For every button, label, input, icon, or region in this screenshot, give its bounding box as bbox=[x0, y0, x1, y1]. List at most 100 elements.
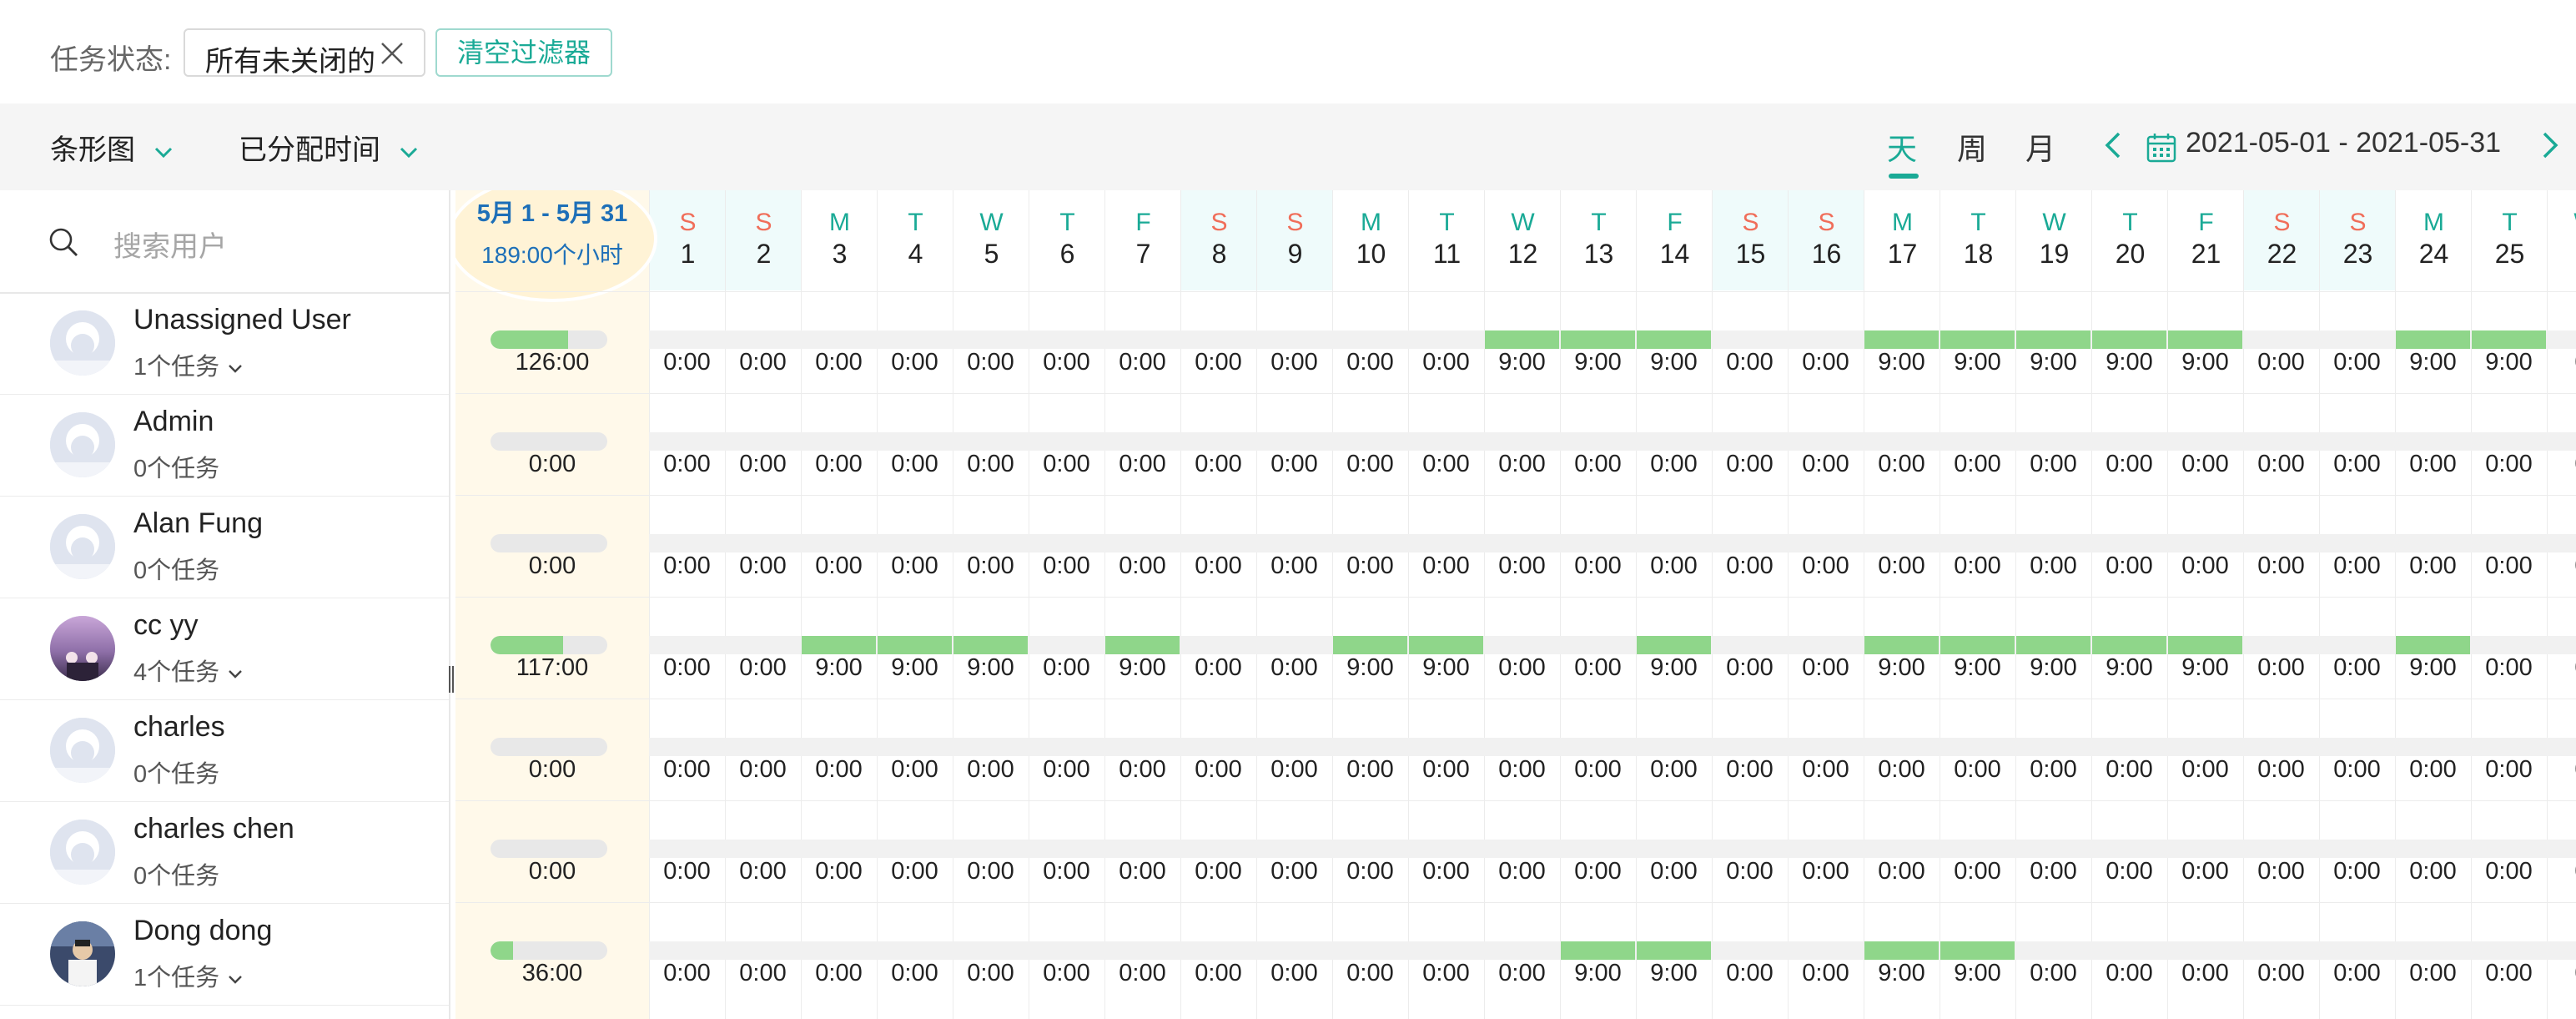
hours-cell[interactable]: 0:00 bbox=[2395, 756, 2471, 784]
day-header[interactable]: F7 bbox=[1105, 190, 1181, 290]
hours-cell[interactable]: 9:00 bbox=[2167, 349, 2243, 376]
hours-cell[interactable]: 0:00 bbox=[2319, 960, 2395, 987]
hours-cell[interactable]: 0:00 bbox=[2395, 552, 2471, 580]
hours-cell[interactable]: 9:00 bbox=[2015, 349, 2091, 376]
hours-cell[interactable]: 0:00 bbox=[1104, 960, 1180, 987]
hours-cell[interactable]: 0:00 bbox=[801, 756, 877, 784]
search-input[interactable]: 搜索用户 bbox=[113, 224, 227, 265]
hours-cell[interactable]: 0:00 bbox=[1332, 349, 1408, 376]
hours-cell[interactable]: 0:00 bbox=[1256, 451, 1332, 478]
hours-cell[interactable]: 0:00 bbox=[2319, 756, 2395, 784]
hours-cell[interactable]: 0:00 bbox=[1104, 349, 1180, 376]
hours-cell[interactable]: 0:00 bbox=[1636, 756, 1712, 784]
hours-cell[interactable]: 0:00 bbox=[953, 756, 1029, 784]
hours-cell[interactable]: 0:00 bbox=[1104, 552, 1180, 580]
hours-cell[interactable]: 0:00 bbox=[1408, 960, 1484, 987]
hours-cell[interactable]: 0:00 bbox=[2395, 960, 2471, 987]
day-header[interactable]: T 25 bbox=[2472, 190, 2548, 290]
hours-cell[interactable]: 0:00 bbox=[1484, 858, 1560, 885]
hours-cell[interactable]: 0:00 bbox=[1560, 552, 1636, 580]
hours-cell[interactable]: 0:00 bbox=[1029, 858, 1104, 885]
hours-cell[interactable]: 0:00 bbox=[2167, 960, 2243, 987]
hours-cell[interactable]: 0:00 bbox=[953, 960, 1029, 987]
hours-cell[interactable]: 0:00 bbox=[1560, 858, 1636, 885]
hours-cell[interactable]: 0:00 bbox=[801, 451, 877, 478]
hours-cell[interactable]: 9:00 bbox=[1560, 349, 1636, 376]
hours-cell[interactable]: 0:00 bbox=[649, 960, 725, 987]
hours-cell[interactable]: 9:00 bbox=[801, 654, 877, 682]
chevron-down-icon[interactable] bbox=[226, 359, 244, 377]
hours-cell[interactable]: 0:00 bbox=[1180, 756, 1256, 784]
hours-cell[interactable]: 0:00 bbox=[725, 960, 801, 987]
hours-cell[interactable]: 0:00 bbox=[1712, 349, 1788, 376]
hours-cell[interactable]: 0:00 bbox=[1029, 654, 1104, 682]
hours-cell[interactable]: 0:00 bbox=[1104, 858, 1180, 885]
hours-cell[interactable]: 0:00 bbox=[2167, 552, 2243, 580]
hours-cell[interactable]: 0:00 bbox=[2319, 858, 2395, 885]
hours-cell[interactable]: 0:00 bbox=[1788, 552, 1864, 580]
day-header[interactable]: S1 bbox=[650, 190, 726, 290]
user-row[interactable]: Dong dong 1个任务 bbox=[0, 903, 449, 1006]
day-header[interactable]: W2 bbox=[2548, 190, 2576, 290]
hours-cell[interactable]: 9:00 bbox=[1560, 960, 1636, 987]
hours-cell[interactable]: 0:00 bbox=[1180, 858, 1256, 885]
day-header[interactable]: M 24 bbox=[2396, 190, 2472, 290]
hours-cell[interactable]: 0: bbox=[2547, 756, 2576, 784]
allocation-bar[interactable] bbox=[1940, 941, 2015, 960]
hours-cell[interactable]: 0:00 bbox=[2395, 451, 2471, 478]
hours-cell[interactable]: 0:00 bbox=[1712, 858, 1788, 885]
hours-cell[interactable]: 0:00 bbox=[2243, 756, 2319, 784]
hours-cell[interactable]: 0:00 bbox=[1332, 960, 1408, 987]
hours-cell[interactable]: 0:00 bbox=[649, 349, 725, 376]
hours-cell[interactable]: 9:00 bbox=[877, 654, 953, 682]
hours-cell[interactable]: 0:00 bbox=[1332, 451, 1408, 478]
day-header[interactable]: T 11 bbox=[1409, 190, 1485, 290]
allocation-bar[interactable] bbox=[2092, 636, 2166, 654]
user-row[interactable]: cc yy 4个任务 bbox=[0, 598, 449, 700]
hours-cell[interactable]: 9:00 bbox=[1864, 960, 1940, 987]
hours-cell[interactable]: 9:00 bbox=[1332, 654, 1408, 682]
hours-cell[interactable]: 0: bbox=[2547, 858, 2576, 885]
allocation-bar[interactable] bbox=[1637, 636, 1711, 654]
hours-cell[interactable]: 0:00 bbox=[2471, 858, 2547, 885]
hours-cell[interactable]: 0:00 bbox=[1484, 654, 1560, 682]
hours-cell[interactable]: 0:00 bbox=[2243, 654, 2319, 682]
hours-cell[interactable]: 0:00 bbox=[1712, 451, 1788, 478]
allocation-bar[interactable] bbox=[2016, 330, 2090, 349]
hours-cell[interactable]: 0:00 bbox=[1180, 451, 1256, 478]
hours-cell[interactable]: 0:00 bbox=[2471, 451, 2547, 478]
hours-cell[interactable]: 0:00 bbox=[877, 858, 953, 885]
hours-cell[interactable]: 0:00 bbox=[725, 858, 801, 885]
hours-cell[interactable]: 0:00 bbox=[953, 451, 1029, 478]
hours-cell[interactable]: 0:00 bbox=[877, 756, 953, 784]
day-header[interactable]: S8 bbox=[1181, 190, 1257, 290]
hours-cell[interactable]: 0:00 bbox=[1636, 552, 1712, 580]
hours-cell[interactable]: 0:00 bbox=[1332, 756, 1408, 784]
day-header[interactable]: M 10 bbox=[1333, 190, 1409, 290]
hours-cell[interactable]: 0:00 bbox=[1940, 756, 2015, 784]
hours-cell[interactable]: 0:00 bbox=[1788, 756, 1864, 784]
tab-day[interactable]: 天 bbox=[1887, 125, 1917, 169]
hours-cell[interactable]: 0:00 bbox=[877, 960, 953, 987]
hours-cell[interactable]: 0:00 bbox=[1712, 654, 1788, 682]
user-row[interactable]: charles 0个任务 bbox=[0, 699, 449, 802]
hours-cell[interactable]: 0:00 bbox=[1560, 756, 1636, 784]
hours-cell[interactable]: 0:00 bbox=[1408, 552, 1484, 580]
hours-cell[interactable]: 0:00 bbox=[1104, 451, 1180, 478]
hours-cell[interactable]: 0:00 bbox=[953, 349, 1029, 376]
allocation-bar[interactable] bbox=[2472, 330, 2546, 349]
allocation-bar[interactable] bbox=[1485, 330, 1559, 349]
hours-cell[interactable]: 9:00 bbox=[1636, 654, 1712, 682]
hours-cell[interactable]: 0:00 bbox=[1408, 756, 1484, 784]
hours-cell[interactable]: 0:00 bbox=[2243, 451, 2319, 478]
hours-cell[interactable]: 0:00 bbox=[1788, 960, 1864, 987]
hours-cell[interactable]: 0:00 bbox=[1788, 451, 1864, 478]
allocation-bar[interactable] bbox=[1864, 636, 1939, 654]
hours-cell[interactable]: 9:00 bbox=[1864, 349, 1940, 376]
allocation-bar[interactable] bbox=[1333, 636, 1407, 654]
hours-cell[interactable]: 0:00 bbox=[2243, 858, 2319, 885]
hours-cell[interactable]: 0:00 bbox=[1636, 451, 1712, 478]
hours-cell[interactable]: 9:00 bbox=[1940, 654, 2015, 682]
hours-cell[interactable]: 0:00 bbox=[1256, 960, 1332, 987]
day-header[interactable]: S 23 bbox=[2320, 190, 2396, 290]
